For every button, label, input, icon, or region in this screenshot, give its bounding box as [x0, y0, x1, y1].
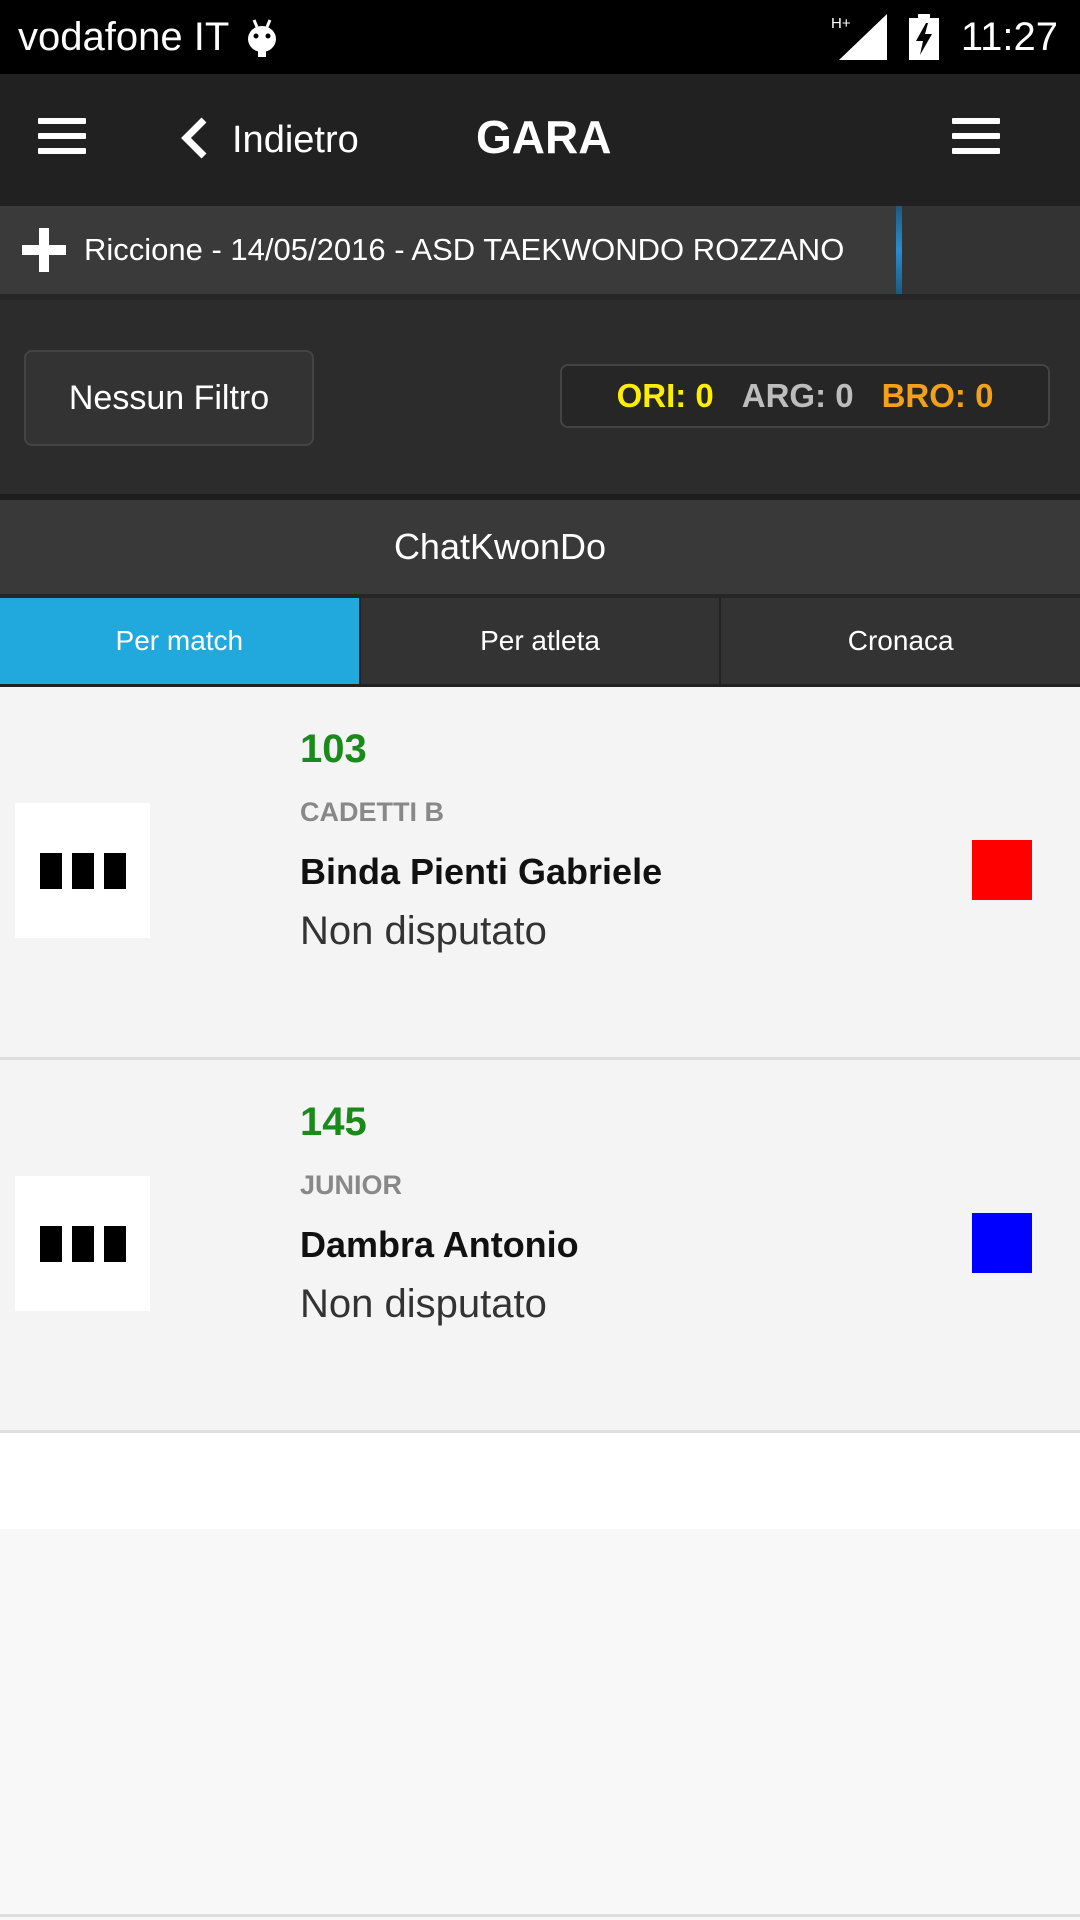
status-left: vodafone IT: [18, 15, 279, 60]
match-number: 103: [300, 727, 367, 771]
status-right: H+ 11:27: [831, 14, 1058, 60]
match-category: CADETTI B: [300, 797, 444, 827]
android-debug-icon: [245, 17, 279, 57]
gold-count: ORI: 0: [616, 377, 714, 414]
filter-button[interactable]: Nessun Filtro: [24, 350, 314, 446]
page-title: GARA: [476, 111, 612, 163]
medal-summary: ORI: 0 ARG: 0 BRO: 0: [560, 364, 1050, 428]
status-bar: vodafone IT H+ 11:27: [0, 0, 1080, 74]
clock: 11:27: [960, 14, 1058, 59]
chevron-left-icon: [180, 116, 210, 165]
tab-bar: Per match Per atleta Cronaca: [0, 598, 1080, 687]
plus-icon[interactable]: [22, 228, 66, 272]
banner-end: [902, 206, 1080, 294]
match-list: 103 CADETTI B Binda Pienti Gabriele Non …: [0, 687, 1080, 1433]
left-menu-icon[interactable]: [38, 118, 86, 158]
section-header: ChatKwonDo: [0, 500, 1080, 598]
network-type-label: H+: [831, 15, 851, 32]
battery-charging-icon: [908, 14, 939, 60]
tab-per-atleta[interactable]: Per atleta: [360, 598, 722, 684]
filter-row: Nessun Filtro ORI: 0 ARG: 0 BRO: 0: [0, 300, 1080, 500]
list-item[interactable]: 145 JUNIOR Dambra Antonio Non disputato: [0, 1060, 1080, 1433]
tab-cronaca[interactable]: Cronaca: [721, 598, 1080, 684]
match-number: 145: [300, 1100, 367, 1144]
corner-color-badge: [972, 840, 1032, 900]
athlete-name: Binda Pienti Gabriele: [300, 851, 663, 892]
section-title: ChatKwonDo: [393, 526, 607, 567]
list-footer: [0, 1433, 1080, 1529]
carrier-label: vodafone IT: [18, 14, 230, 59]
back-button[interactable]: Indietro: [180, 104, 359, 176]
back-label: Indietro: [232, 118, 359, 161]
right-menu-icon[interactable]: [952, 118, 1000, 158]
bronze-count: BRO: 0: [881, 377, 994, 414]
app-header: Indietro GARA: [0, 74, 1080, 206]
match-category: JUNIOR: [300, 1170, 403, 1200]
match-status: Non disputato: [300, 909, 547, 953]
tab-per-match[interactable]: Per match: [0, 598, 361, 684]
corner-color-badge: [972, 1213, 1032, 1273]
event-label: Riccione - 14/05/2016 - ASD TAEKWONDO RO…: [84, 232, 845, 267]
athlete-name: Dambra Antonio: [300, 1224, 579, 1265]
event-banner[interactable]: Riccione - 14/05/2016 - ASD TAEKWONDO RO…: [0, 206, 1080, 300]
silver-count: ARG: 0: [741, 377, 854, 414]
thumbnail-placeholder-icon: [15, 1176, 150, 1311]
list-item[interactable]: 103 CADETTI B Binda Pienti Gabriele Non …: [0, 687, 1080, 1060]
divider: [0, 1914, 1080, 1917]
thumbnail-placeholder-icon: [15, 803, 150, 938]
signal-icon: H+: [831, 14, 887, 60]
match-status: Non disputato: [300, 1282, 547, 1326]
